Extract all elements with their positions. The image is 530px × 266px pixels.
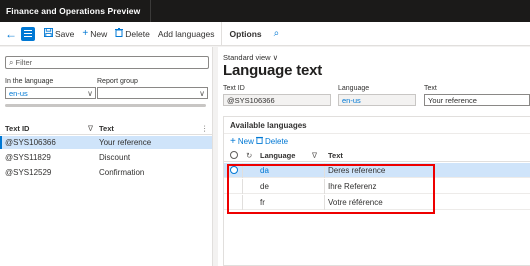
in-language-value: en-us bbox=[9, 88, 28, 98]
app-title: Finance and Operations Preview bbox=[6, 6, 141, 16]
text-id-label: Text ID bbox=[223, 85, 245, 92]
table-row[interactable]: fr Votre référence bbox=[224, 195, 530, 210]
list-item-text-id: @SYS106366 bbox=[5, 138, 56, 147]
column-header-text-id[interactable]: Text ID bbox=[5, 124, 29, 133]
row-select-radio[interactable] bbox=[230, 166, 238, 174]
column-header-text[interactable]: Text bbox=[99, 124, 114, 133]
add-languages-label: Add languages bbox=[157, 28, 215, 39]
new-button[interactable]: + New bbox=[78, 22, 111, 46]
row-text[interactable]: Ihre Referenz bbox=[328, 182, 376, 191]
in-language-label: In the language bbox=[5, 78, 54, 85]
list-item-text: Discount bbox=[99, 153, 131, 162]
cell-divider bbox=[242, 195, 243, 210]
search-icon[interactable]: ⌕ bbox=[268, 28, 286, 39]
grid-new-label: New bbox=[237, 137, 254, 146]
row-language[interactable]: fr bbox=[260, 198, 265, 207]
cell-divider bbox=[324, 163, 325, 178]
grid-delete-button[interactable]: Delete bbox=[256, 136, 288, 146]
language-label: Language bbox=[338, 85, 370, 92]
cell-divider bbox=[242, 179, 243, 194]
list-item-text-id: @SYS12529 bbox=[5, 168, 52, 177]
text-label: Text bbox=[424, 85, 437, 92]
hamburger-icon[interactable] bbox=[21, 26, 35, 41]
view-selector[interactable]: Standard view ∨ bbox=[223, 53, 278, 62]
in-language-select[interactable]: en-us ∨ bbox=[5, 87, 96, 99]
select-all-radio[interactable] bbox=[230, 151, 238, 159]
section-divider bbox=[224, 133, 530, 134]
report-group-label: Report group bbox=[97, 78, 138, 85]
text-id-value: @SYS106366 bbox=[227, 95, 275, 105]
list-pane: ⌕ Filter In the language Report group en… bbox=[0, 47, 213, 266]
horizontal-scrollbar[interactable] bbox=[5, 104, 206, 107]
column-header-text[interactable]: Text bbox=[328, 151, 343, 160]
save-icon bbox=[44, 27, 53, 40]
details-pane: Standard view ∨ Language text Text ID @S… bbox=[218, 47, 530, 266]
table-row[interactable]: de Ihre Referenz bbox=[224, 179, 530, 194]
add-languages-button[interactable]: Add languages bbox=[154, 22, 219, 46]
list-item[interactable]: @SYS106366 Your reference bbox=[0, 136, 212, 149]
text-field[interactable]: Your reference bbox=[424, 94, 530, 106]
grid-delete-label: Delete bbox=[265, 136, 289, 146]
section-title: Available languages bbox=[230, 121, 307, 130]
delete-label: Delete bbox=[125, 28, 150, 39]
filter-funnel-icon[interactable]: ∇ bbox=[312, 151, 317, 160]
column-header-language[interactable]: Language bbox=[260, 151, 295, 160]
row-text[interactable]: Votre référence bbox=[328, 198, 383, 207]
action-divider bbox=[220, 21, 222, 46]
save-button[interactable]: Save bbox=[40, 22, 78, 46]
row-text[interactable]: Deres reference bbox=[328, 166, 385, 175]
back-arrow-icon[interactable]: ← bbox=[2, 22, 20, 46]
chevron-down-icon: ∨ bbox=[199, 89, 205, 98]
trash-icon bbox=[256, 136, 263, 146]
title-bar-divider bbox=[150, 0, 151, 22]
row-language[interactable]: da bbox=[260, 166, 269, 175]
filter-input[interactable]: ⌕ Filter bbox=[5, 56, 209, 69]
row-language[interactable]: de bbox=[260, 182, 269, 191]
list-item-text: Your reference bbox=[99, 138, 152, 147]
list-item[interactable]: @SYS12529 Confirmation bbox=[0, 166, 212, 179]
new-label: New bbox=[90, 28, 108, 39]
grid-new-button[interactable]: + New bbox=[230, 136, 254, 147]
cell-divider bbox=[324, 179, 325, 194]
save-label: Save bbox=[55, 28, 75, 39]
action-pane: ← Save + New Delete Add languages Option… bbox=[0, 21, 530, 46]
language-value: en-us bbox=[342, 95, 361, 105]
chevron-down-icon: ∨ bbox=[272, 53, 279, 62]
language-field[interactable]: en-us bbox=[338, 94, 416, 106]
page-title: Language text bbox=[223, 62, 323, 79]
title-bar: Finance and Operations Preview bbox=[0, 0, 530, 22]
search-icon: ⌕ bbox=[9, 57, 14, 67]
filter-funnel-icon[interactable]: ∇ bbox=[88, 124, 93, 133]
more-options-icon[interactable]: ⋮ bbox=[201, 124, 209, 133]
report-group-select[interactable]: ∨ bbox=[97, 87, 208, 99]
plus-icon: + bbox=[230, 136, 236, 147]
chevron-down-icon: ∨ bbox=[87, 89, 93, 98]
available-languages-section: Available languages + New Delete ↻ Langu… bbox=[223, 116, 530, 266]
trash-icon bbox=[115, 27, 124, 40]
plus-icon: + bbox=[82, 28, 89, 39]
text-id-field[interactable]: @SYS106366 bbox=[223, 94, 331, 106]
text-value: Your reference bbox=[428, 95, 477, 105]
view-label: Standard view bbox=[223, 53, 271, 62]
filter-placeholder: Filter bbox=[15, 58, 33, 67]
delete-button[interactable]: Delete bbox=[111, 22, 154, 46]
options-tab[interactable]: Options bbox=[224, 29, 268, 39]
languages-grid-header: ↻ Language ∇ Text bbox=[224, 149, 530, 162]
list-item-text-id: @SYS11829 bbox=[5, 153, 51, 162]
cell-divider bbox=[324, 195, 325, 210]
list-item-text: Confirmation bbox=[99, 168, 145, 177]
list-item[interactable]: @SYS11829 Discount bbox=[0, 151, 212, 164]
cell-divider bbox=[242, 163, 243, 178]
refresh-icon[interactable]: ↻ bbox=[246, 151, 252, 160]
table-row[interactable]: da Deres reference bbox=[224, 163, 530, 178]
list-grid-header: Text ID ∇ Text ⋮ bbox=[0, 122, 212, 135]
